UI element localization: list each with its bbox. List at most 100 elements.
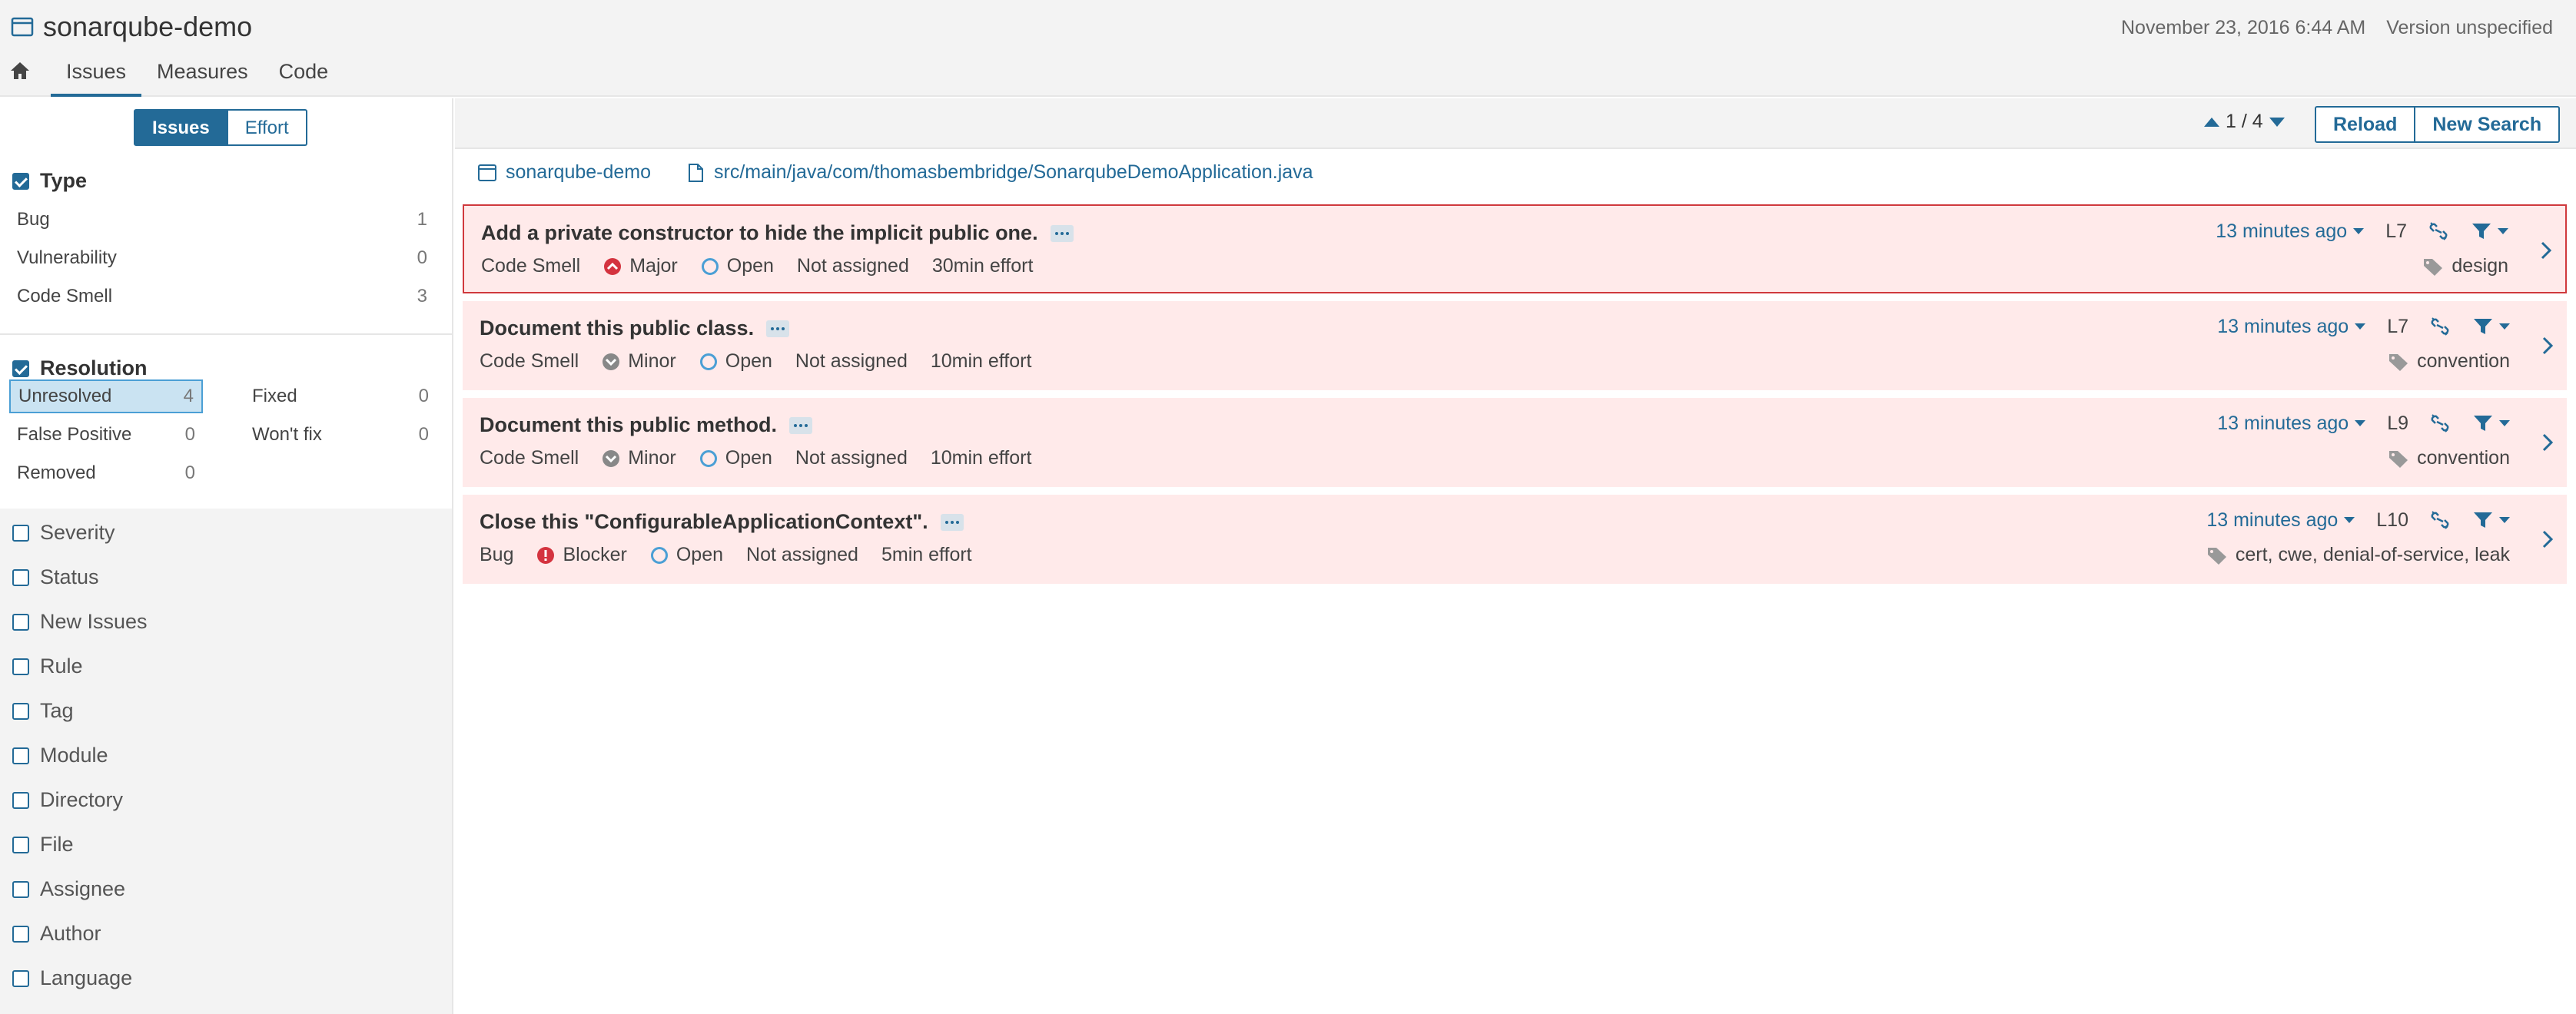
issue-row[interactable]: Close this "ConfigurableApplicationConte…: [463, 495, 2567, 584]
chevron-down-icon[interactable]: [2499, 517, 2510, 523]
issue-message[interactable]: Add a private constructor to hide the im…: [481, 221, 1038, 245]
facet-checkbox[interactable]: [12, 791, 29, 809]
issue-type[interactable]: Code Smell: [481, 255, 580, 277]
facet-checkbox[interactable]: [12, 613, 29, 631]
facet-language[interactable]: Language: [12, 966, 132, 990]
more-icon[interactable]: [766, 320, 790, 337]
facet-checkbox[interactable]: [12, 658, 29, 675]
issue-changelog[interactable]: 13 minutes ago: [2217, 316, 2366, 338]
chevron-down-icon[interactable]: [2499, 323, 2510, 330]
issue-severity[interactable]: Minor: [602, 447, 676, 469]
facet-item-vulnerability[interactable]: Vulnerability 0: [9, 241, 435, 275]
filter-icon[interactable]: [2471, 509, 2495, 532]
filter-icon[interactable]: [2471, 315, 2495, 338]
issue-message[interactable]: Close this "ConfigurableApplicationConte…: [480, 510, 928, 534]
issue-tags[interactable]: convention: [2388, 350, 2510, 373]
facet-item-removed[interactable]: Removed 0: [9, 456, 203, 490]
facet-resolution-checkbox[interactable]: [12, 360, 29, 377]
issue-status[interactable]: Open: [701, 255, 774, 277]
issue-tags[interactable]: convention: [2388, 447, 2510, 469]
issue-status[interactable]: Open: [650, 544, 723, 566]
tab-issues[interactable]: Issues: [51, 55, 142, 97]
filter-icon[interactable]: [2471, 412, 2495, 435]
facet-type-checkbox[interactable]: [12, 172, 29, 190]
issue-changelog[interactable]: 13 minutes ago: [2216, 220, 2365, 243]
issue-severity[interactable]: Blocker: [536, 544, 627, 566]
facet-new-issues[interactable]: New Issues: [12, 610, 148, 634]
facet-status[interactable]: Status: [12, 565, 99, 589]
link-icon[interactable]: [2427, 220, 2450, 243]
chevron-right-icon[interactable]: [2539, 240, 2553, 261]
issue-effort[interactable]: 10min effort: [931, 350, 1032, 373]
facet-resolution-header[interactable]: Resolution: [12, 356, 148, 380]
more-icon[interactable]: [789, 416, 813, 434]
facet-item-code-smell[interactable]: Code Smell 3: [9, 280, 435, 313]
issue-assignee[interactable]: Not assigned: [795, 350, 908, 373]
more-icon[interactable]: [1050, 224, 1074, 242]
tab-code[interactable]: Code: [264, 55, 344, 97]
chevron-right-icon[interactable]: [2541, 529, 2554, 550]
chevron-down-icon[interactable]: [2498, 228, 2508, 234]
issue-tags[interactable]: cert, cwe, denial-of-service, leak: [2206, 544, 2510, 566]
issue-assignee[interactable]: Not assigned: [797, 255, 909, 277]
issue-assignee[interactable]: Not assigned: [746, 544, 858, 566]
facet-directory[interactable]: Directory: [12, 788, 123, 812]
facet-checkbox[interactable]: [12, 568, 29, 586]
issue-status[interactable]: Open: [699, 447, 772, 469]
link-icon[interactable]: [2428, 412, 2452, 435]
link-icon[interactable]: [2428, 315, 2452, 338]
project-name[interactable]: sonarqube-demo: [43, 11, 252, 43]
facet-severity[interactable]: Severity: [12, 521, 115, 545]
issue-changelog[interactable]: 13 minutes ago: [2217, 413, 2366, 435]
previous-issue-icon[interactable]: [2204, 117, 2219, 127]
issue-message[interactable]: Document this public method.: [480, 413, 777, 437]
chevron-down-icon[interactable]: [2499, 420, 2510, 426]
facet-checkbox[interactable]: [12, 880, 29, 898]
issue-status[interactable]: Open: [699, 350, 772, 373]
issue-tags[interactable]: design: [2422, 255, 2508, 277]
facet-item-bug[interactable]: Bug 1: [9, 203, 435, 237]
tab-measures[interactable]: Measures: [141, 55, 264, 97]
facet-item-wont-fix[interactable]: Won't fix 0: [244, 418, 437, 452]
issue-effort[interactable]: 30min effort: [932, 255, 1034, 277]
facet-tag[interactable]: Tag: [12, 699, 74, 723]
filter-icon[interactable]: [2470, 220, 2493, 243]
effort-mode-button[interactable]: Effort: [227, 109, 307, 146]
issue-severity[interactable]: Minor: [602, 350, 676, 373]
issue-changelog[interactable]: 13 minutes ago: [2206, 509, 2355, 532]
facet-checkbox[interactable]: [12, 747, 29, 764]
chevron-right-icon[interactable]: [2541, 432, 2554, 453]
new-search-button[interactable]: New Search: [2415, 106, 2561, 143]
issue-assignee[interactable]: Not assigned: [795, 447, 908, 469]
facet-checkbox[interactable]: [12, 836, 29, 853]
home-icon[interactable]: [9, 60, 31, 81]
link-icon[interactable]: [2428, 509, 2452, 532]
facet-checkbox[interactable]: [12, 925, 29, 943]
facet-author[interactable]: Author: [12, 922, 101, 946]
facet-checkbox[interactable]: [12, 524, 29, 542]
reload-button[interactable]: Reload: [2315, 106, 2416, 143]
next-issue-icon[interactable]: [2269, 117, 2285, 127]
facet-type-header[interactable]: Type: [12, 169, 87, 193]
issue-row[interactable]: Add a private constructor to hide the im…: [463, 204, 2567, 293]
issue-type[interactable]: Bug: [480, 544, 513, 566]
breadcrumb-file[interactable]: src/main/java/com/thomasbembridge/Sonarq…: [714, 161, 1313, 184]
facet-rule[interactable]: Rule: [12, 654, 83, 678]
facet-checkbox[interactable]: [12, 969, 29, 987]
facet-module[interactable]: Module: [12, 744, 108, 767]
more-icon[interactable]: [940, 513, 964, 531]
facet-checkbox[interactable]: [12, 702, 29, 720]
facet-assignee[interactable]: Assignee: [12, 877, 125, 901]
chevron-right-icon[interactable]: [2541, 335, 2554, 356]
issue-type[interactable]: Code Smell: [480, 447, 579, 469]
issue-row[interactable]: Document this public class. Code Smell M…: [463, 301, 2567, 390]
issue-effort[interactable]: 10min effort: [931, 447, 1032, 469]
issue-severity[interactable]: Major: [603, 255, 678, 277]
issue-effort[interactable]: 5min effort: [881, 544, 972, 566]
facet-item-false-positive[interactable]: False Positive 0: [9, 418, 203, 452]
issue-message[interactable]: Document this public class.: [480, 316, 754, 340]
facet-item-fixed[interactable]: Fixed 0: [244, 379, 437, 413]
issues-mode-button[interactable]: Issues: [134, 109, 228, 146]
breadcrumb-project[interactable]: sonarqube-demo: [506, 161, 651, 184]
issue-row[interactable]: Document this public method. Code Smell …: [463, 398, 2567, 487]
